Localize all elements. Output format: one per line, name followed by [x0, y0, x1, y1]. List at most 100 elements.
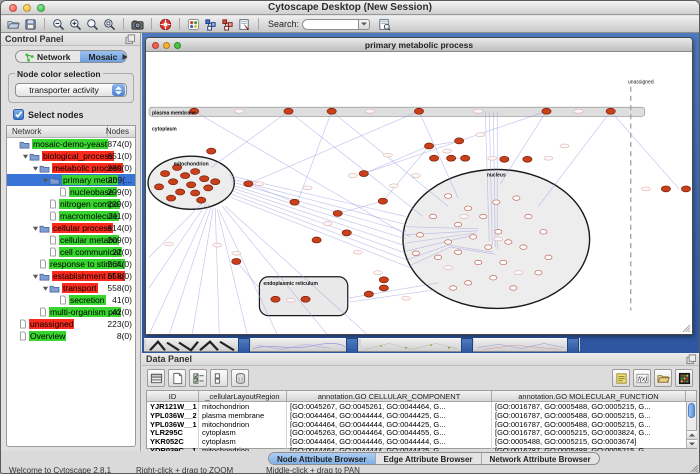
graph-node-unselected[interactable] — [450, 286, 457, 290]
graph-node[interactable] — [333, 210, 342, 216]
graph-node-unselected[interactable] — [490, 276, 497, 280]
graph-node[interactable] — [424, 143, 433, 149]
tree-row[interactable]: response to stimulu264(0) — [7, 258, 135, 270]
graph-node[interactable] — [191, 169, 200, 175]
graph-node-unselected[interactable] — [510, 286, 517, 290]
graph-node-unselected[interactable] — [480, 214, 487, 218]
column-header[interactable]: _cellularLayoutRegion — [199, 391, 287, 401]
graph-node-unselected[interactable] — [465, 206, 472, 210]
layout-red-button[interactable] — [219, 17, 236, 32]
graph-node[interactable] — [176, 189, 185, 195]
graph-node-unselected[interactable] — [540, 230, 547, 234]
attribute-formula-button[interactable]: f(x) — [633, 369, 651, 387]
graph-node[interactable] — [204, 185, 213, 191]
minimized-network-window[interactable] — [251, 339, 346, 351]
graph-node-unselected[interactable] — [495, 230, 502, 234]
graph-node[interactable] — [500, 156, 509, 162]
graph-node[interactable] — [181, 173, 190, 179]
tab-network-attribute-browser[interactable]: Network Attribute Browser — [482, 453, 599, 464]
tree-row[interactable]: transport558(0) — [7, 282, 135, 294]
tree-row[interactable]: establishment of lo558(0) — [7, 270, 135, 282]
table-scrollbar[interactable] — [686, 402, 696, 448]
search-input[interactable] — [302, 19, 358, 30]
annotation-button[interactable] — [236, 17, 253, 32]
vizmapper-button[interactable] — [185, 17, 202, 32]
graph-node[interactable] — [168, 179, 177, 185]
graph-node[interactable] — [414, 108, 423, 114]
graph-node-unselected[interactable] — [500, 260, 507, 264]
graph-node[interactable] — [160, 171, 169, 177]
graph-node[interactable] — [429, 155, 438, 161]
graph-node[interactable] — [244, 181, 253, 187]
zoom-out-button[interactable] — [50, 17, 67, 32]
graph-node-unselected[interactable] — [545, 255, 552, 259]
tab-mosaic[interactable]: Mosaic — [80, 51, 127, 62]
graph-node[interactable] — [606, 108, 615, 114]
attribute-matrix-button[interactable] — [675, 369, 693, 387]
delete-attribute-button[interactable] — [231, 369, 249, 387]
search-dropdown-button[interactable] — [358, 19, 370, 30]
tree-row[interactable]: mosaic-demo-yeast874(0) — [7, 138, 135, 150]
tree-row[interactable]: macromolecule311(0) — [7, 210, 135, 222]
graph-node[interactable] — [191, 190, 200, 196]
table-row[interactable]: YKR052Ccytoplasm[GO:0044464, GO:0044446,… — [147, 437, 696, 446]
graph-node[interactable] — [661, 186, 670, 192]
layout-blue-button[interactable] — [202, 17, 219, 32]
graph-node-unselected[interactable] — [513, 196, 520, 200]
graph-node[interactable] — [446, 155, 455, 161]
graph-node-unselected[interactable] — [505, 240, 512, 244]
create-attribute-button[interactable] — [168, 369, 186, 387]
unselect-attributes-button[interactable] — [210, 369, 228, 387]
graph-node-unselected[interactable] — [475, 260, 482, 264]
graph-node[interactable] — [284, 108, 293, 114]
graph-node[interactable] — [523, 156, 532, 162]
graph-node[interactable] — [211, 179, 220, 185]
scroll-down-button[interactable] — [687, 439, 697, 448]
graph-node[interactable] — [681, 186, 690, 192]
tree-row[interactable]: secretion41(0) — [7, 294, 135, 306]
graph-node-unselected[interactable] — [429, 214, 436, 218]
graph-node[interactable] — [301, 296, 310, 302]
tree-row[interactable]: cellular metabo209(0) — [7, 234, 135, 246]
zoom-selected-button[interactable] — [101, 17, 118, 32]
scrollbar-thumb[interactable] — [688, 403, 695, 418]
graph-node-unselected[interactable] — [444, 194, 451, 198]
graph-node-unselected[interactable] — [470, 235, 477, 239]
tree-row[interactable]: cellular process614(0) — [7, 222, 135, 234]
tree-row[interactable]: unassigned223(0) — [7, 318, 135, 330]
network-view-titlebar[interactable]: primary metabolic process — [146, 38, 692, 52]
attribute-table-button[interactable] — [147, 369, 165, 387]
tab-network[interactable]: Network — [16, 51, 80, 62]
select-nodes-checkbox[interactable] — [13, 109, 24, 120]
graph-node-unselected[interactable] — [412, 251, 419, 255]
import-attributes-button[interactable] — [654, 369, 672, 387]
graph-node-unselected[interactable] — [455, 250, 462, 254]
table-row[interactable]: YJR121W__1mitochondrion[GO:0045267, GO:0… — [147, 402, 696, 411]
graph-node-unselected[interactable] — [520, 245, 527, 249]
tree-expand-arrow-icon[interactable] — [31, 165, 39, 172]
zoom-in-button[interactable] — [67, 17, 84, 32]
graph-node-unselected[interactable] — [493, 200, 500, 204]
graph-node[interactable] — [461, 155, 470, 161]
graph-node-unselected[interactable] — [444, 240, 451, 244]
graph-node[interactable] — [378, 198, 387, 204]
graph-node[interactable] — [200, 176, 209, 182]
node-color-dropdown[interactable]: transporter activity — [15, 83, 127, 97]
table-row[interactable]: YPL036W__2plasma membrane[GO:0044464, GO… — [147, 411, 696, 420]
graph-node-unselected[interactable] — [535, 270, 542, 274]
graph-node[interactable] — [359, 171, 368, 177]
tree-expand-arrow-icon[interactable] — [41, 285, 49, 292]
graph-node[interactable] — [342, 230, 351, 236]
graph-node[interactable] — [154, 184, 163, 190]
tree-row[interactable]: primary metab209(... — [7, 174, 135, 186]
table-row[interactable]: YPL036W__1mitochondrion[GO:0044464, GO:0… — [147, 420, 696, 429]
column-header[interactable]: annotation.GO CELLULAR_COMPONENT — [287, 391, 492, 401]
tree-expand-arrow-icon[interactable] — [41, 177, 49, 184]
float-data-panel-icon[interactable] — [686, 354, 697, 365]
column-header[interactable]: ID — [147, 391, 199, 401]
graph-node[interactable] — [271, 296, 280, 302]
help-button[interactable] — [157, 17, 174, 32]
table-row[interactable]: YLR295Ccytoplasm[GO:0045263, GO:0044464,… — [147, 428, 696, 437]
graph-node-unselected[interactable] — [416, 233, 423, 237]
graph-node-unselected[interactable] — [485, 245, 492, 249]
